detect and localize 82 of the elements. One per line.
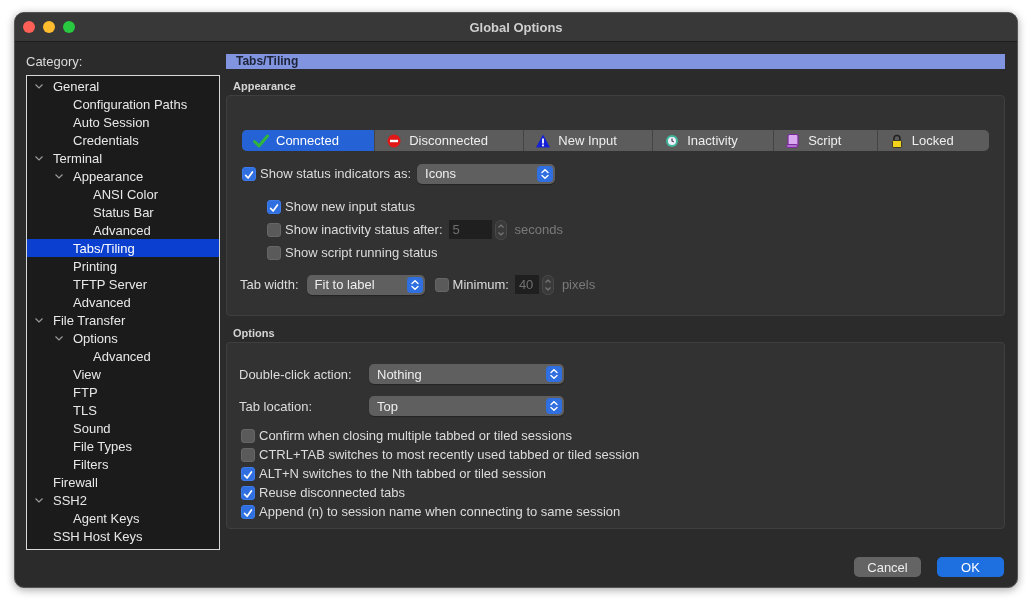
checkbox-label: Reuse disconnected tabs: [259, 485, 405, 500]
tree-item[interactable]: General: [27, 77, 219, 95]
warning-icon: [535, 132, 552, 149]
tree-item[interactable]: View: [27, 365, 219, 383]
status-tab[interactable]: Connected: [242, 130, 376, 151]
checkbox-label: CTRL+TAB switches to most recently used tabbed or tiled session: [259, 447, 640, 462]
tree-item[interactable]: Advanced: [27, 293, 219, 311]
tree-item[interactable]: FTP: [27, 383, 219, 401]
tree-item[interactable]: TLS: [27, 401, 219, 419]
tree-item[interactable]: Printing: [27, 257, 219, 275]
dropdown[interactable]: Top: [369, 396, 564, 416]
checkbox[interactable]: [241, 447, 255, 462]
tree-item[interactable]: SSH2: [27, 491, 219, 509]
dropdown[interactable]: Icons: [417, 163, 556, 184]
tree-item[interactable]: Configuration Paths: [27, 95, 219, 113]
tree-item[interactable]: Advanced: [27, 347, 219, 365]
scroll-icon: [785, 132, 802, 149]
checkbox[interactable]: [242, 166, 256, 181]
category-label: Category:: [26, 54, 84, 70]
unit-label: pixels: [561, 277, 596, 292]
checkbox-label: Confirm when closing multiple tabbed or tiled sessions: [259, 428, 572, 443]
tree-item[interactable]: Tabs/Tiling: [27, 239, 219, 257]
checkbox-label: ALT+N switches to the Nth tabbed or tiled session: [259, 466, 546, 481]
checkbox[interactable]: [241, 504, 255, 519]
tree-item[interactable]: Sound: [27, 419, 219, 437]
tree-item[interactable]: Auto Session: [27, 113, 219, 131]
tree-item[interactable]: Terminal: [27, 149, 219, 167]
stepper[interactable]: [494, 219, 507, 240]
checkbox-label: Append (n) to session name when connecting to same session: [259, 504, 621, 519]
checkbox[interactable]: [434, 277, 449, 292]
tree-item[interactable]: Advanced: [27, 221, 219, 239]
tree-item[interactable]: ANSI Color: [27, 185, 219, 203]
tree-item[interactable]: Agent Keys: [27, 509, 219, 527]
dropdown[interactable]: Nothing: [369, 364, 564, 384]
updown-icon: [406, 276, 423, 293]
tree-item[interactable]: File Transfer: [27, 311, 219, 329]
updown-icon: [546, 366, 562, 382]
dropdown[interactable]: Fit to label: [306, 274, 425, 295]
minimize-button[interactable]: [43, 21, 55, 33]
tree-item[interactable]: File Types: [27, 437, 219, 455]
clock-icon: [664, 132, 681, 149]
checkbox[interactable]: [267, 199, 281, 214]
status-tab[interactable]: New Input: [524, 130, 654, 151]
tree-item[interactable]: Options: [27, 329, 219, 347]
checkbox[interactable]: [241, 466, 255, 481]
tree-item[interactable]: Status Bar: [27, 203, 219, 221]
checkbox[interactable]: [241, 428, 255, 443]
tree-item[interactable]: TFTP Server: [27, 275, 219, 293]
unit-label: seconds: [514, 222, 563, 237]
field-label: Tab width:: [240, 277, 299, 292]
checkbox-label: Show status indicators as:: [260, 166, 412, 181]
updown-icon: [537, 165, 554, 182]
checkbox-label: Show new input status: [285, 199, 416, 214]
checkbox-label: Show script running status: [285, 245, 438, 260]
field-label: Tab location:: [239, 398, 313, 414]
tree-item[interactable]: Appearance: [27, 167, 219, 185]
page-header: Tabs/Tiling: [226, 54, 1005, 69]
checkbox[interactable]: [241, 485, 255, 500]
zoom-button[interactable]: [63, 21, 75, 33]
dialog-button[interactable]: OK: [937, 557, 1004, 577]
updown-icon: [546, 398, 562, 414]
no-entry-icon: [386, 132, 403, 149]
field-label: Double-click action:: [239, 366, 353, 382]
close-button[interactable]: [23, 21, 35, 33]
stepper[interactable]: [541, 274, 554, 295]
status-tab[interactable]: Inactivity: [653, 130, 775, 151]
window-title: Global Options: [469, 19, 563, 35]
tree-item[interactable]: Firewall: [27, 473, 219, 491]
checkbox[interactable]: [267, 245, 281, 260]
status-tab[interactable]: Disconnected: [375, 130, 525, 151]
checkbox-label: Minimum:: [452, 277, 509, 292]
status-tab[interactable]: Locked: [877, 130, 989, 151]
group-label: Appearance: [233, 79, 297, 93]
checkbox[interactable]: [267, 222, 281, 237]
checkmark-icon: [253, 132, 269, 149]
group-label: Options: [233, 326, 276, 340]
tree-item[interactable]: SSH Host Keys: [27, 527, 219, 545]
status-tab[interactable]: Script: [774, 130, 878, 151]
checkbox-label: Show inactivity status after:: [285, 222, 443, 237]
tree-item[interactable]: Credentials: [27, 131, 219, 149]
tree-item[interactable]: Filters: [27, 455, 219, 473]
dialog-button[interactable]: Cancel: [854, 557, 921, 577]
